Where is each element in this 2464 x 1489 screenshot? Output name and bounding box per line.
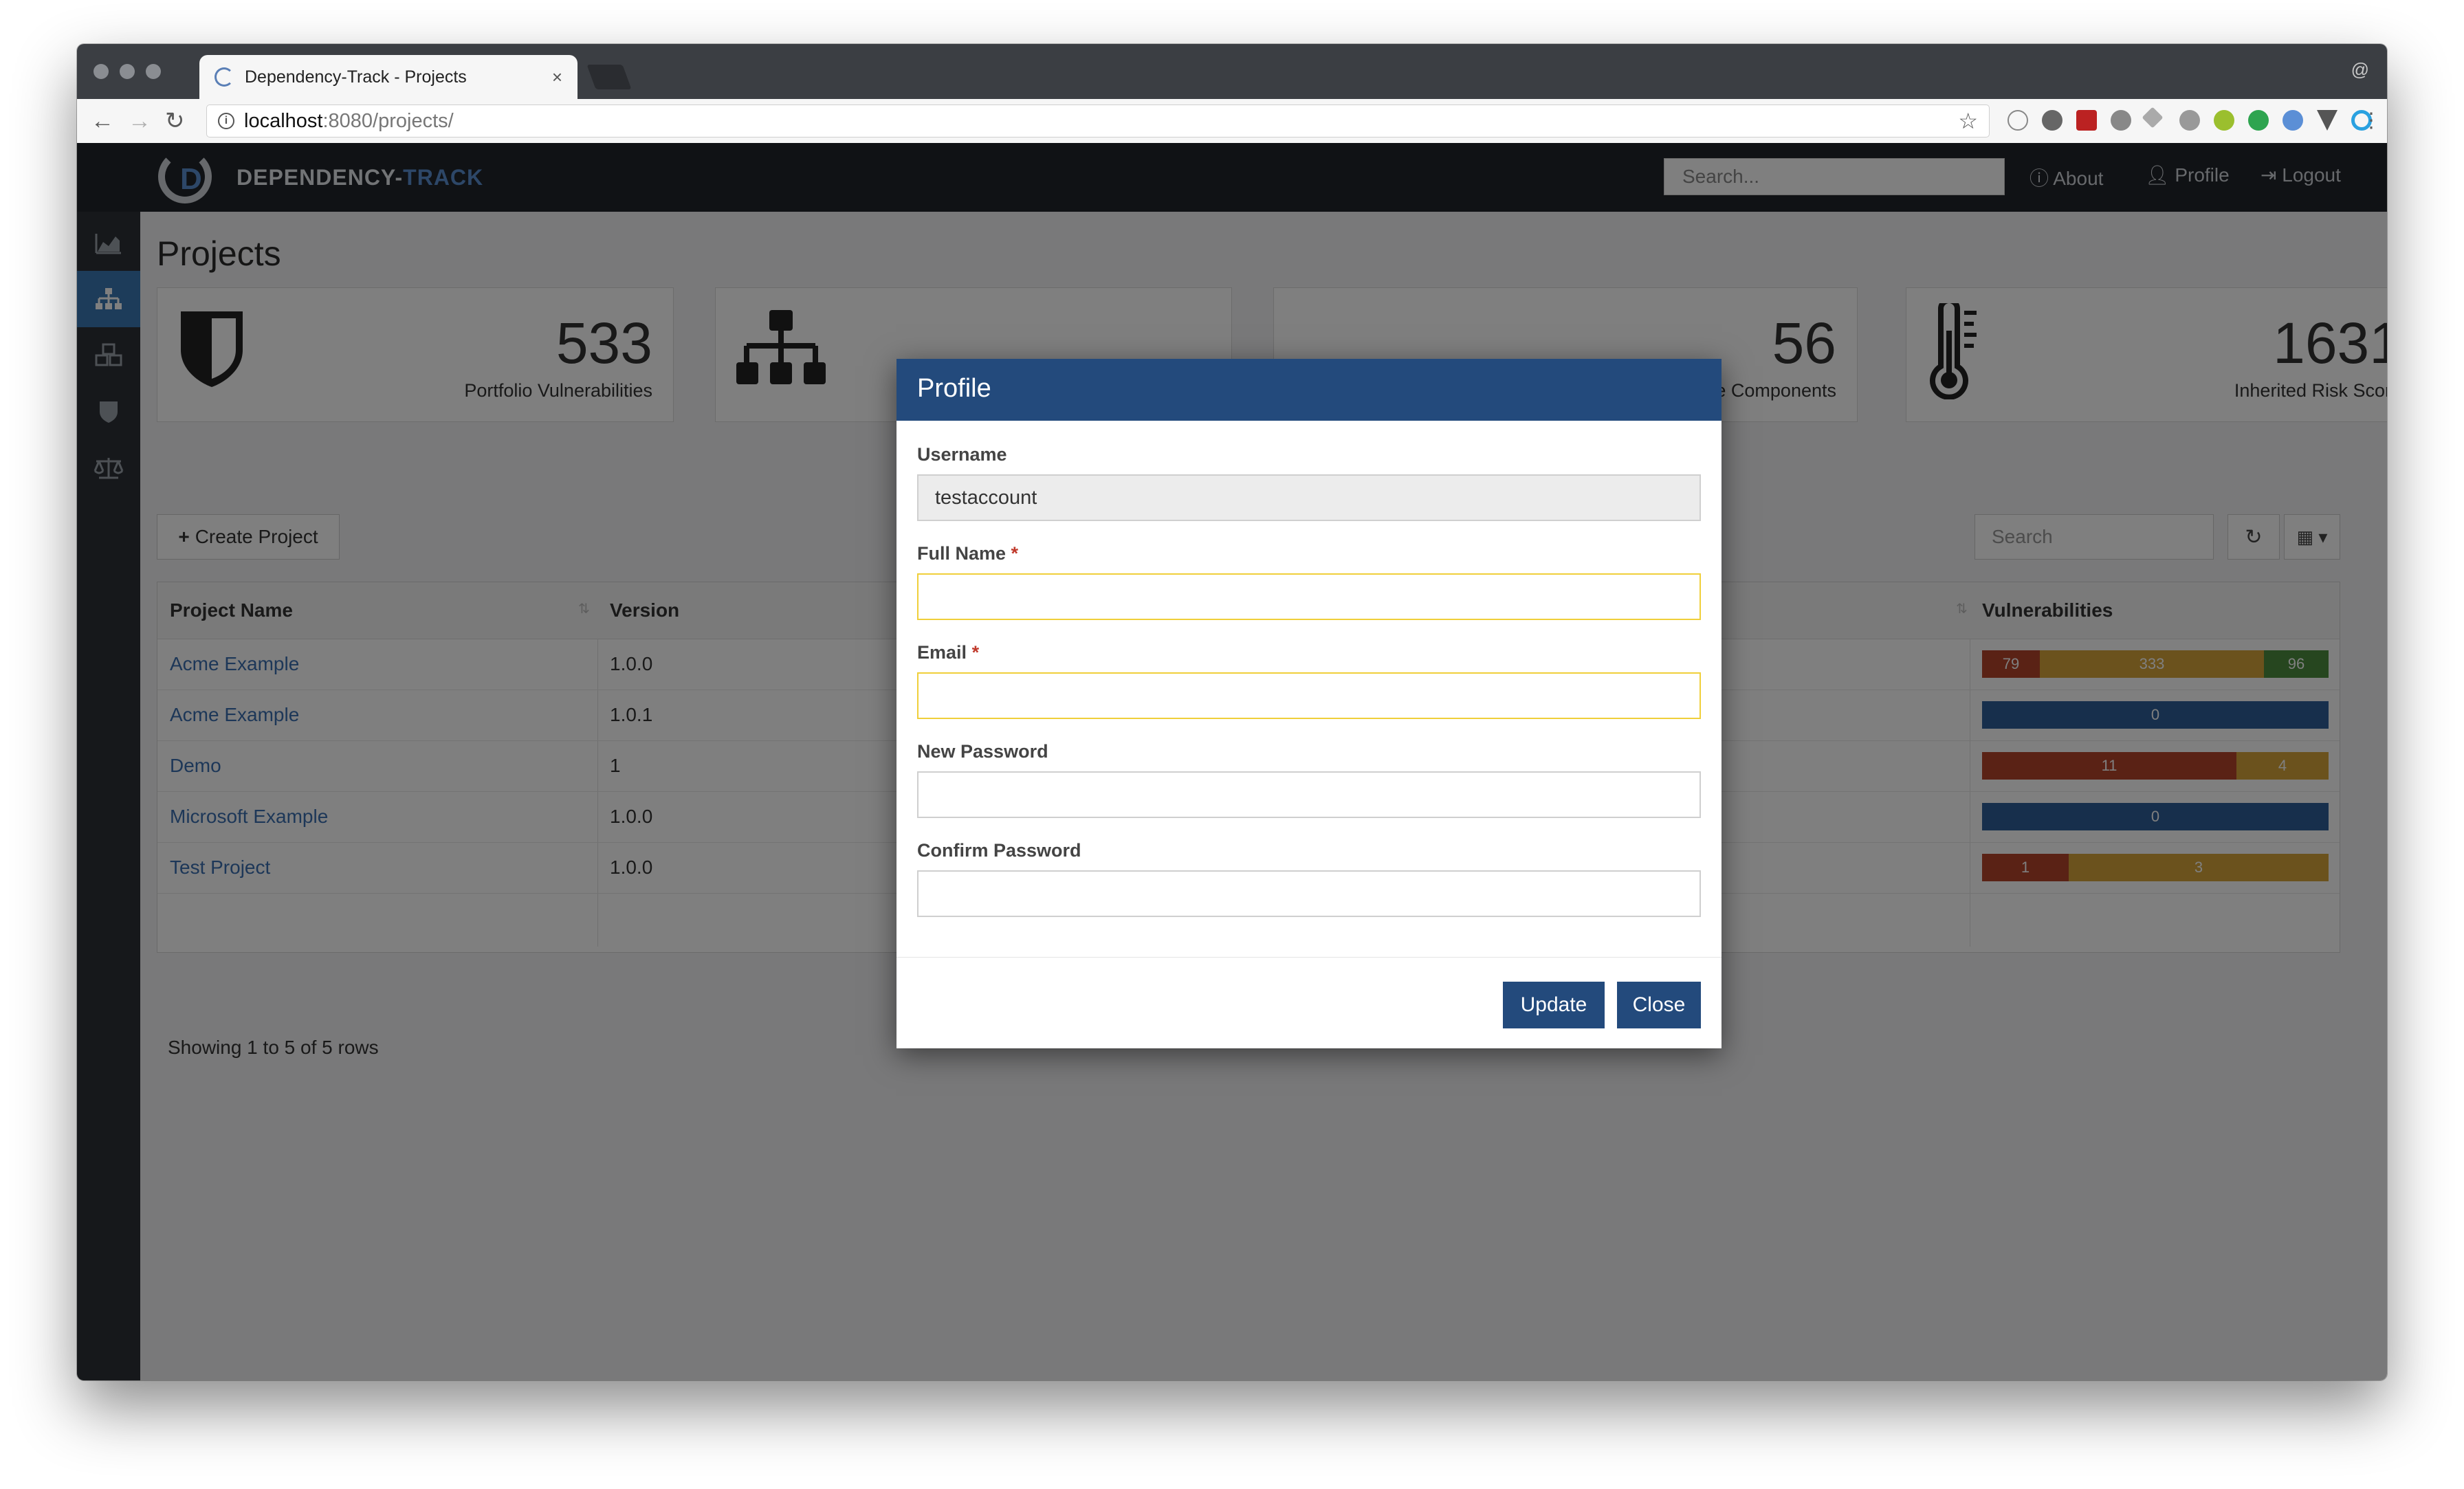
favicon-icon xyxy=(214,67,234,87)
modal-header: Profile xyxy=(896,359,1722,421)
extension-info-icon[interactable] xyxy=(2008,110,2028,131)
url-path: :8080/projects/ xyxy=(322,109,454,132)
username-field[interactable]: testaccount xyxy=(917,474,1701,521)
window-minimize-dot[interactable] xyxy=(120,64,135,79)
window-zoom-dot[interactable] xyxy=(146,64,161,79)
extension-circle-icon[interactable] xyxy=(2111,110,2131,131)
new-password-field[interactable] xyxy=(917,771,1701,818)
fullname-field[interactable] xyxy=(917,573,1701,620)
close-button[interactable]: Close xyxy=(1617,982,1701,1028)
email-label: Email * xyxy=(917,642,979,663)
fullname-label-text: Full Name xyxy=(917,543,1006,564)
confirm-password-label: Confirm Password xyxy=(917,840,1081,861)
extension-ublock-icon[interactable] xyxy=(2076,110,2097,131)
tab-strip: Dependency-Track - Projects × @ xyxy=(77,44,2387,99)
browser-toolbar: ← → ↻ i localhost :8080/projects/ ☆ ⋮ xyxy=(77,99,2387,144)
reload-icon[interactable]: ↻ xyxy=(165,106,185,136)
back-icon[interactable]: ← xyxy=(91,106,114,136)
extension-dot-icon[interactable] xyxy=(2179,110,2200,131)
required-marker: * xyxy=(971,642,980,663)
browser-tab[interactable]: Dependency-Track - Projects × xyxy=(199,55,578,99)
address-bar[interactable]: i localhost :8080/projects/ ☆ xyxy=(206,104,1990,137)
extension-globe-icon[interactable] xyxy=(2282,110,2303,131)
bookmark-star-icon[interactable]: ☆ xyxy=(1958,108,1978,134)
extension-rocket-icon[interactable] xyxy=(2142,107,2164,129)
forward-icon[interactable]: → xyxy=(128,106,151,136)
browser-menu-icon[interactable]: ⋮ xyxy=(2361,106,2382,136)
modal-title: Profile xyxy=(917,374,991,403)
tab-title: Dependency-Track - Projects xyxy=(245,67,467,87)
profile-modal: Profile Username testaccount Full Name *… xyxy=(896,359,1722,1048)
email-field[interactable] xyxy=(917,672,1701,719)
extension-green-icon[interactable] xyxy=(2214,110,2234,131)
browser-profile-icon[interactable]: @ xyxy=(2351,59,2369,80)
required-marker: * xyxy=(1011,543,1019,564)
extension-vue-icon[interactable] xyxy=(2317,110,2338,131)
new-tab-button[interactable] xyxy=(586,65,632,89)
browser-window: Dependency-Track - Projects × @ ← → ↻ i … xyxy=(77,44,2387,1380)
new-password-label: New Password xyxy=(917,741,1048,762)
email-label-text: Email xyxy=(917,642,967,663)
confirm-password-field[interactable] xyxy=(917,870,1701,917)
extension-pocket-icon[interactable] xyxy=(2042,110,2062,131)
modal-footer-divider xyxy=(896,957,1722,958)
extension-evernote-icon[interactable] xyxy=(2248,110,2269,131)
url-host: localhost xyxy=(244,109,323,132)
tab-close-icon[interactable]: × xyxy=(552,67,562,88)
app-root: D DEPENDENCY-TRACK Search... ⓘ About 👤︎ … xyxy=(77,143,2387,1380)
window-close-dot[interactable] xyxy=(94,64,109,79)
username-label: Username xyxy=(917,444,1007,465)
site-info-icon[interactable]: i xyxy=(218,113,234,129)
fullname-label: Full Name * xyxy=(917,543,1018,564)
update-button[interactable]: Update xyxy=(1503,982,1605,1028)
